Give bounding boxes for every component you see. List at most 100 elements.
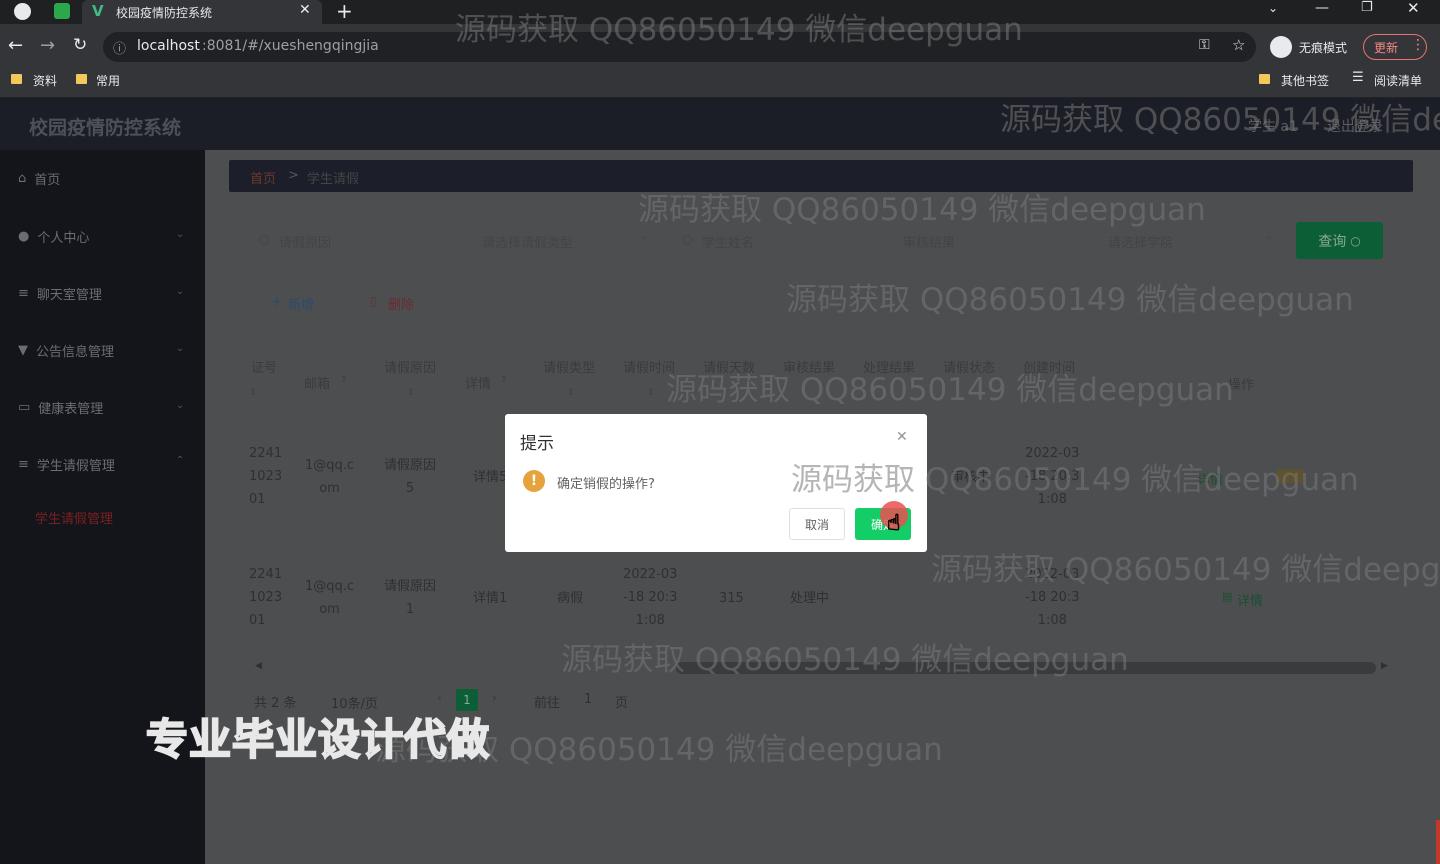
sort-icon[interactable]: ⇕ xyxy=(647,388,655,398)
watermark: 源码获取 QQ86050149 微信deepguan xyxy=(638,192,1206,228)
sort-icon[interactable]: ⇕ xyxy=(500,375,508,385)
search-icon: ○ xyxy=(682,232,693,246)
folder-icon xyxy=(1259,74,1270,84)
update-button[interactable]: 更新 ⋮ xyxy=(1363,34,1427,60)
menu-icon: ≡ xyxy=(18,285,29,301)
sidebar-item-label: 健康表管理 xyxy=(38,401,104,417)
cell-detail: 详情1 xyxy=(473,591,508,606)
app-tab-icon[interactable] xyxy=(54,3,70,19)
watermark: 源码获取 QQ86050149 微信deepguan xyxy=(455,12,1023,48)
reason-filter-input[interactable]: 请假原因 xyxy=(279,232,331,251)
sort-icon[interactable]: ⇕ xyxy=(567,388,575,398)
sidebar-subitem-leave[interactable]: 学生请假管理 xyxy=(35,508,113,527)
chevron-down-icon: ⌄ xyxy=(176,286,185,297)
bookmark-star-icon[interactable]: ☆ xyxy=(1232,36,1245,54)
bookmark-item[interactable]: 常用 xyxy=(96,72,120,89)
col-header[interactable]: 证号 xyxy=(251,357,277,376)
url-path: :8081/#/xueshengqingjia xyxy=(202,38,379,54)
browser-tab-active[interactable]: V 校园疫情防控系统 ✕ xyxy=(82,0,322,24)
scroll-right-icon[interactable]: ▶ xyxy=(1381,661,1388,671)
sidebar-item-health[interactable]: ▭ 健康表管理 xyxy=(18,397,103,417)
cell-email: 1@qq.c om xyxy=(305,579,355,617)
cell-type: 病假 xyxy=(557,591,584,606)
sidebar-item-home[interactable]: ⌂ 首页 xyxy=(18,168,60,188)
col-header[interactable]: 邮箱 xyxy=(304,373,330,392)
type-filter-select[interactable]: 请选择请假类型 xyxy=(482,232,573,251)
dialog-message: 确定销假的操作? xyxy=(557,477,655,492)
sidebar-item-notice[interactable]: ▼ 公告信息管理 xyxy=(18,340,114,360)
restore-button[interactable]: ❐ xyxy=(1361,0,1373,15)
next-page-icon[interactable]: › xyxy=(492,691,497,705)
sidebar-item-label: 公告信息管理 xyxy=(36,344,115,360)
watermark: 源码获取 QQ86050149 微信deepguan xyxy=(791,462,1359,498)
search-button-label: 查询 xyxy=(1318,233,1347,250)
detail-link[interactable]: 详情 xyxy=(1237,590,1263,609)
window-close-button[interactable]: ✕ xyxy=(1407,0,1420,17)
sidebar-item-leave[interactable]: ≡ 学生请假管理 xyxy=(18,454,115,474)
forward-icon[interactable]: → xyxy=(40,35,55,56)
goto-input[interactable]: 1 xyxy=(584,692,592,707)
plus-icon: + xyxy=(271,294,283,310)
key-icon[interactable]: ⚿ xyxy=(1199,37,1210,53)
browser-menu-icon[interactable] xyxy=(14,3,31,20)
reading-list[interactable]: 阅读清单 xyxy=(1374,72,1422,89)
watermark: 源码获取 QQ86050149 微信deepguan xyxy=(786,282,1354,318)
bookmark-item[interactable]: 资料 xyxy=(33,72,57,89)
chevron-down-icon: ⌄ xyxy=(176,343,185,354)
promo-watermark: 专业毕业设计代做 xyxy=(145,714,491,765)
trash-icon: ▯ xyxy=(370,294,377,308)
hand-cursor-icon: ☝ xyxy=(886,511,901,537)
result-filter-input[interactable]: 审核结果 xyxy=(903,232,955,251)
tab-title: 校园疫情防控系统 xyxy=(116,6,213,20)
cell-reason: 请假原因 5 xyxy=(384,458,437,496)
back-icon[interactable]: ← xyxy=(8,35,23,56)
minimize-button[interactable]: — xyxy=(1315,0,1329,16)
sidebar-item-chat[interactable]: ≡ 聊天室管理 xyxy=(18,283,102,303)
breadcrumb-current: 学生请假 xyxy=(307,172,360,187)
prev-page-icon[interactable]: ‹ xyxy=(437,691,442,705)
col-header[interactable]: 详情 xyxy=(465,373,491,392)
file-icon: ▤ xyxy=(1222,590,1233,603)
reload-icon[interactable]: ↻ xyxy=(73,35,87,55)
cancel-button[interactable]: 取消 xyxy=(789,508,845,540)
user-icon: ● xyxy=(18,228,30,244)
tab-close-icon[interactable]: ✕ xyxy=(299,2,311,18)
cell-detail: 详情5 xyxy=(473,470,508,485)
scroll-left-icon[interactable]: ◀ xyxy=(255,661,262,671)
other-bookmarks[interactable]: 其他书签 xyxy=(1281,72,1329,89)
breadcrumb-home[interactable]: 首页 xyxy=(250,168,276,187)
cell-days: 315 xyxy=(719,591,744,606)
sort-icon[interactable]: ⇕ xyxy=(249,388,257,398)
col-header[interactable]: 请假类型 xyxy=(543,357,595,376)
cell-process: 处理中 xyxy=(790,591,830,606)
chevron-down-icon: ⌄ xyxy=(176,229,185,240)
site-info-icon[interactable]: ⓘ xyxy=(113,38,126,57)
page-unit: 页 xyxy=(615,696,629,711)
sidebar-item-label: 学生请假管理 xyxy=(36,458,115,474)
chevron-down-icon: ⌄ xyxy=(640,231,649,242)
update-label: 更新 xyxy=(1374,41,1399,55)
col-header[interactable]: 请假原因 xyxy=(384,357,436,376)
watermark: 源码获取 QQ86050149 微信deepguan xyxy=(561,642,1129,678)
url-host: localhost xyxy=(137,38,200,54)
warning-icon: ! xyxy=(523,470,545,492)
name-filter-input[interactable]: 学生姓名 xyxy=(702,232,754,251)
add-button[interactable]: 新增 xyxy=(288,294,314,313)
sort-icon[interactable]: ⇕ xyxy=(407,388,415,398)
delete-button[interactable]: 删除 xyxy=(388,294,414,313)
cell-id: 2241 1023 01 xyxy=(249,567,283,628)
folder-icon xyxy=(11,74,22,84)
new-tab-button[interactable]: + xyxy=(336,0,353,22)
cell-email: 1@qq.c om xyxy=(305,458,355,496)
breadcrumb-sep: > xyxy=(288,168,299,183)
status-filter-select[interactable]: 请选择学院 xyxy=(1108,232,1173,251)
chevron-up-icon: ⌃ xyxy=(176,455,185,466)
notice-icon: ▼ xyxy=(18,342,28,358)
tab-search-icon[interactable]: ⌄ xyxy=(1268,1,1278,15)
sort-icon[interactable]: ⇕ xyxy=(340,375,348,385)
watermark: 源码获取 QQ86050149 微信deepguan xyxy=(931,552,1440,588)
sidebar-item-profile[interactable]: ● 个人中心 xyxy=(18,226,89,246)
form-icon: ▭ xyxy=(18,399,31,415)
close-icon[interactable]: ✕ xyxy=(896,429,908,445)
search-button[interactable]: 查询 ○ xyxy=(1296,222,1383,259)
